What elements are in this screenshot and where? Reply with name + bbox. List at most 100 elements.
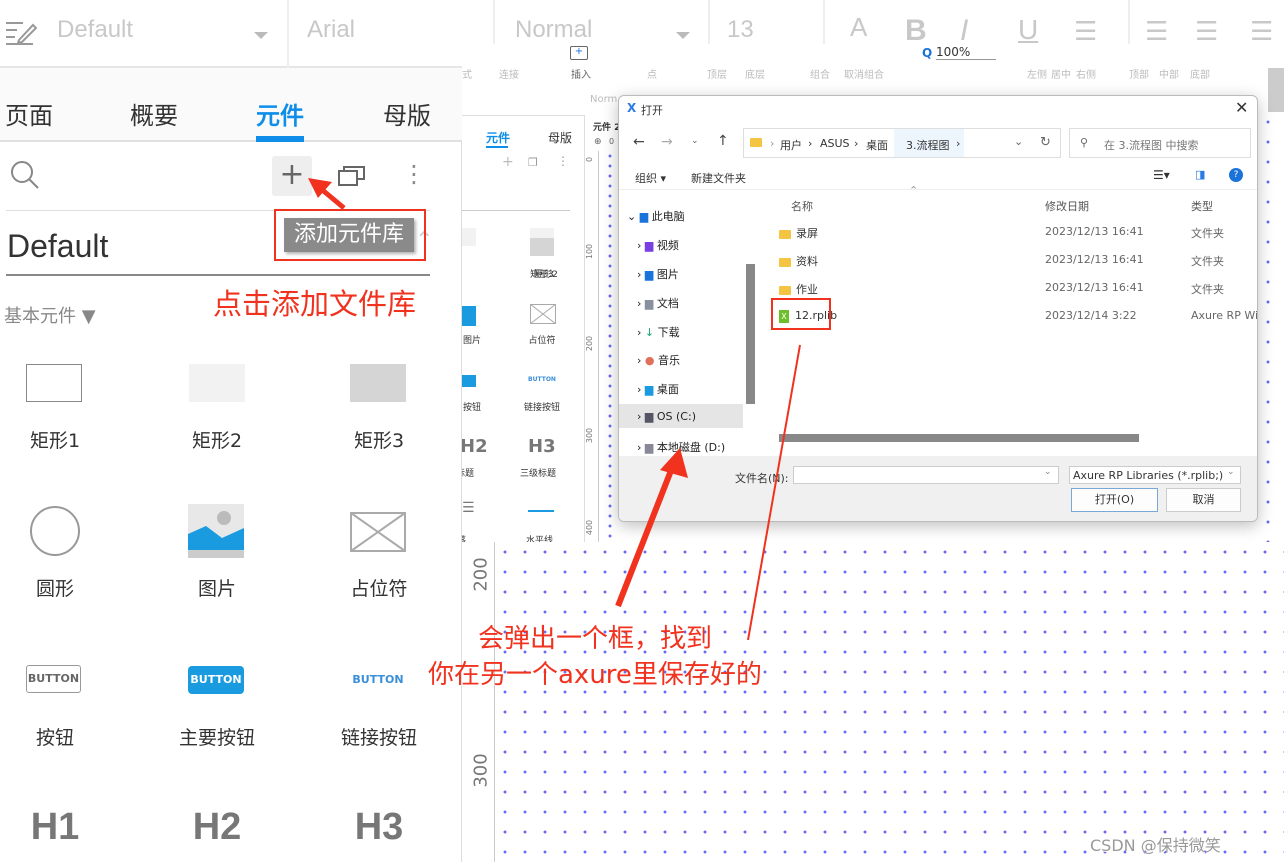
ungroup-button[interactable]: 取消组合	[844, 66, 884, 81]
open-button[interactable]: 打开(O)	[1071, 488, 1158, 512]
rectangle1-icon[interactable]	[26, 364, 82, 402]
tree-item[interactable]: › ↓ 下载	[637, 324, 680, 340]
weight-select[interactable]: Norm	[590, 94, 617, 105]
align-right-icon[interactable]: ☰	[1250, 16, 1273, 47]
tab-widgets[interactable]: 元件	[486, 129, 510, 146]
align-top-button[interactable]: 顶部	[1129, 66, 1149, 81]
size-select[interactable]: 13	[727, 16, 754, 44]
send-back-button[interactable]: 底层	[745, 66, 765, 81]
style-select[interactable]: Default	[57, 16, 133, 44]
tree-item[interactable]: › ▆ 文档	[637, 295, 679, 311]
list-icon[interactable]: ☰	[1074, 16, 1097, 47]
align-left-button[interactable]: 左侧	[1027, 66, 1047, 81]
tree-item[interactable]: › ▆ OS (C:)	[637, 410, 696, 423]
align-right-button[interactable]: 右侧	[1076, 66, 1096, 81]
filename-input[interactable]	[793, 466, 1059, 484]
help-icon[interactable]: ?	[1229, 168, 1243, 182]
refresh-icon[interactable]: ↻	[1040, 135, 1051, 150]
point-button[interactable]: 点	[647, 66, 657, 81]
connect-button[interactable]: 连接	[499, 66, 519, 81]
new-folder-button[interactable]: 新建文件夹	[691, 170, 746, 186]
view-menu-icon[interactable]: ☰▾	[1153, 168, 1170, 182]
bring-front-button[interactable]: 顶层	[707, 66, 727, 81]
insert-button[interactable]: 插入	[571, 66, 591, 81]
address-bar[interactable]: › 用户 › ASUS › 桌面 3.流程图 › ⌄ ↻	[743, 128, 1061, 158]
group-button[interactable]: 组合	[810, 66, 830, 81]
breadcrumb-item[interactable]: 3.流程图	[906, 137, 950, 153]
tab-widgets[interactable]: 元件	[256, 96, 304, 131]
cancel-button[interactable]: 取消	[1166, 488, 1241, 512]
weight-select[interactable]: Normal	[515, 16, 592, 44]
back-icon[interactable]: ←	[633, 134, 645, 150]
rectangle3-icon[interactable]	[350, 364, 406, 402]
close-icon[interactable]: ✕	[1235, 98, 1248, 117]
add-library-icon[interactable]: +	[502, 154, 514, 170]
underline-icon[interactable]: U	[1018, 14, 1038, 46]
column-header[interactable]: 修改日期	[1045, 198, 1089, 214]
tree-item[interactable]: › ▆ 图片	[637, 266, 679, 282]
align-left-icon[interactable]: ☰	[1145, 16, 1168, 47]
breadcrumb-item[interactable]: ASUS	[820, 137, 850, 150]
edit-style-icon[interactable]	[5, 20, 37, 46]
copy-icon[interactable]: ❐	[528, 156, 538, 169]
image-icon[interactable]	[188, 504, 244, 558]
h2-icon[interactable]: H2	[147, 806, 287, 849]
library-select[interactable]: Default	[7, 228, 108, 265]
file-row[interactable]: 录屏 2023/12/13 16:41 文件夹	[763, 219, 1257, 245]
copy-icon[interactable]	[338, 163, 368, 187]
add-library-button[interactable]: +	[272, 156, 312, 196]
placeholder-icon[interactable]	[530, 304, 556, 324]
scrollbar[interactable]	[746, 264, 755, 404]
h3-icon[interactable]: H3	[309, 806, 449, 849]
column-header[interactable]: 类型	[1191, 198, 1213, 214]
column-header[interactable]: 名称	[791, 198, 813, 214]
more-icon[interactable]: ⋮	[557, 154, 569, 168]
file-type-select[interactable]: Axure RP Libraries (*.rplib;)	[1069, 466, 1241, 484]
breadcrumb-item[interactable]: 用户	[780, 137, 802, 153]
tab-pages[interactable]: 页面	[5, 96, 53, 131]
bold-icon[interactable]: B	[905, 14, 927, 48]
align-middle-button[interactable]: 中部	[1159, 66, 1179, 81]
align-bottom-button[interactable]: 底部	[1190, 66, 1210, 81]
link-button-icon[interactable]: BUTTON	[522, 376, 562, 383]
h1-icon[interactable]: H1	[0, 806, 125, 849]
chevron-down-icon[interactable]: ⌄	[1014, 135, 1023, 148]
font-color-icon[interactable]: A	[850, 12, 867, 43]
circle-icon[interactable]	[30, 506, 80, 556]
primary-button-icon[interactable]: BUTTON	[188, 666, 244, 694]
link-button-icon[interactable]: BUTTON	[350, 666, 406, 694]
scrollbar[interactable]	[1268, 68, 1284, 112]
tab-masters[interactable]: 母版	[548, 129, 572, 146]
zoom-select[interactable]: 100%	[936, 45, 996, 60]
organize-menu[interactable]: 组织 ▾	[635, 170, 666, 186]
preview-pane-icon[interactable]: ◨	[1195, 168, 1205, 181]
rectangle2-icon[interactable]	[189, 364, 245, 402]
file-row[interactable]: 资料 2023/12/13 16:41 文件夹	[763, 247, 1257, 273]
insert-icon[interactable]: +	[570, 46, 588, 60]
tree-item[interactable]: › ▆ 视频	[637, 237, 679, 253]
search-icon[interactable]	[10, 160, 40, 190]
more-icon[interactable]: ⋮	[402, 160, 426, 188]
button-icon[interactable]: BUTTON	[26, 665, 81, 693]
italic-icon[interactable]: I	[960, 14, 968, 48]
recent-chevron-icon[interactable]: ⌄	[691, 136, 699, 146]
h3-icon[interactable]: H3	[528, 436, 556, 457]
align-center-icon[interactable]: ☰	[1195, 16, 1218, 47]
search-input[interactable]: ⚲ 在 3.流程图 中搜索	[1069, 128, 1251, 158]
placeholder-icon[interactable]	[350, 512, 406, 552]
tab-outline[interactable]: 概要	[130, 96, 178, 131]
canvas-grid[interactable]	[495, 542, 1284, 862]
tree-item[interactable]: › ▆ 本地磁盘 (D:)	[637, 439, 725, 455]
file-row[interactable]: 作业 2023/12/13 16:41 文件夹	[763, 275, 1257, 301]
forward-icon[interactable]: →	[661, 134, 673, 150]
tab-masters[interactable]: 母版	[383, 96, 431, 131]
page-tab[interactable]: 元件 2	[593, 120, 618, 133]
align-center-button[interactable]: 居中	[1051, 66, 1071, 81]
horizontal-scrollbar[interactable]	[779, 434, 1139, 442]
tree-item[interactable]: ⌄ ▆ 此电脑	[627, 208, 685, 224]
horizontal-line-icon[interactable]	[528, 510, 554, 512]
font-select[interactable]: Arial	[307, 16, 355, 44]
up-icon[interactable]: ↑	[717, 133, 729, 149]
breadcrumb-item[interactable]: 桌面	[866, 137, 888, 153]
tree-item[interactable]: › ● 音乐	[637, 352, 680, 368]
